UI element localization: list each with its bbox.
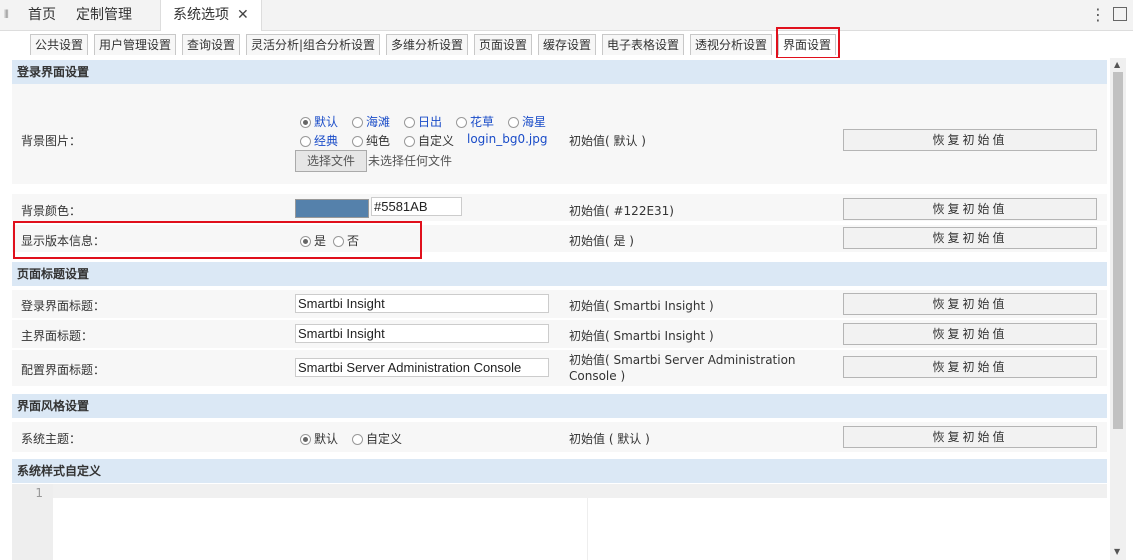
main-title-label: 主界面标题：	[21, 329, 94, 343]
theme-option-custom[interactable]: 自定义	[352, 430, 402, 447]
editor-active-line[interactable]	[53, 484, 1107, 498]
row-background-image: 背景图片： 默认 海滩 日出 花草 海星 经典 纯色 自定义 login_bg0…	[12, 84, 1107, 184]
subtab-public[interactable]: 公共设置	[30, 34, 89, 55]
bg-option-solid[interactable]: 纯色	[352, 132, 390, 149]
subtab-user-management[interactable]: 用户管理设置	[94, 34, 177, 55]
grip-icon[interactable]: ⦀	[4, 8, 9, 22]
reset-button-main-title[interactable]: 恢复初始值	[843, 323, 1097, 345]
section-style-header: 界面风格设置	[12, 394, 1107, 418]
radio-icon[interactable]	[300, 434, 311, 445]
subtab-flex-analysis[interactable]: 灵活分析|组合分析设置	[246, 34, 381, 55]
row-login-title: 登录界面标题： Smartbi Insight 初始值( Smartbi Ins…	[12, 290, 1107, 318]
subtab-spreadsheet[interactable]: 电子表格设置	[602, 34, 685, 55]
scroll-up-icon[interactable]: ▲	[1114, 60, 1120, 69]
config-title-label: 配置界面标题：	[21, 363, 106, 377]
bg-option-sunrise[interactable]: 日出	[404, 113, 442, 130]
system-theme-label: 系统主题：	[21, 432, 82, 446]
radio-icon[interactable]	[300, 136, 311, 147]
file-status: 未选择任何文件	[368, 154, 453, 168]
subtab-query[interactable]: 查询设置	[182, 34, 241, 55]
radio-icon[interactable]	[404, 136, 415, 147]
top-tab-bar: ⦀ 首页 定制管理 系统选项 ✕ ⋮	[0, 0, 1133, 31]
radio-icon[interactable]	[352, 434, 363, 445]
radio-icon[interactable]	[352, 136, 363, 147]
vertical-scrollbar[interactable]: ▲ ▼	[1110, 58, 1126, 560]
bg-option-beach[interactable]: 海滩	[352, 113, 390, 130]
more-icon[interactable]: ⋮	[1090, 5, 1106, 24]
show-version-init: 初始值( 是 )	[569, 234, 634, 248]
scrollbar-thumb[interactable]	[1113, 72, 1123, 429]
background-image-label: 背景图片：	[21, 134, 82, 148]
reset-button-system-theme[interactable]: 恢复初始值	[843, 426, 1097, 448]
login-title-init: 初始值( Smartbi Insight )	[569, 299, 714, 313]
tab-custom-management[interactable]: 定制管理	[76, 0, 132, 30]
subtab-olap[interactable]: 多维分析设置	[386, 34, 469, 55]
radio-icon[interactable]	[404, 117, 415, 128]
highlight-box-version	[13, 221, 422, 259]
bg-option-default[interactable]: 默认	[300, 113, 338, 130]
radio-icon[interactable]	[300, 117, 311, 128]
section-login-header: 登录界面设置	[12, 60, 1107, 84]
reset-button-background-color[interactable]: 恢复初始值	[843, 198, 1097, 220]
radio-icon[interactable]	[352, 117, 363, 128]
settings-content: 登录界面设置 背景图片： 默认 海滩 日出 花草 海星 经典 纯色 自定义 lo…	[10, 58, 1108, 560]
scroll-down-icon[interactable]: ▼	[1114, 547, 1120, 556]
background-color-label: 背景颜色：	[21, 204, 82, 218]
config-title-input[interactable]: Smartbi Server Administration Console	[295, 358, 549, 377]
close-icon[interactable]: ✕	[237, 7, 249, 23]
background-color-input[interactable]: #5581AB	[371, 197, 462, 216]
row-system-theme: 系统主题： 默认 自定义 初始值 ( 默认 ) 恢复初始值	[12, 422, 1107, 452]
reset-button-show-version[interactable]: 恢复初始值	[843, 227, 1097, 249]
radio-icon[interactable]	[508, 117, 519, 128]
main-title-input[interactable]: Smartbi Insight	[295, 324, 549, 343]
editor-divider	[587, 498, 588, 560]
theme-option-default[interactable]: 默认	[300, 430, 338, 447]
bg-option-flowers[interactable]: 花草	[456, 113, 494, 130]
subtab-cache[interactable]: 缓存设置	[538, 34, 597, 55]
subtab-pivot[interactable]: 透视分析设置	[690, 34, 773, 55]
row-config-title: 配置界面标题： Smartbi Server Administration Co…	[12, 350, 1107, 386]
maximize-icon[interactable]	[1113, 7, 1127, 21]
system-theme-init: 初始值 ( 默认 )	[569, 432, 650, 446]
tab-home[interactable]: 首页	[28, 0, 56, 30]
radio-icon[interactable]	[456, 117, 467, 128]
background-color-init: 初始值( #122E31)	[569, 204, 674, 218]
login-title-label: 登录界面标题：	[21, 299, 106, 313]
highlight-box-interface-tab	[776, 27, 840, 59]
color-swatch[interactable]	[295, 199, 369, 218]
bg-option-classic[interactable]: 经典	[300, 132, 338, 149]
css-editor[interactable]: 1	[12, 484, 1107, 560]
bg-option-custom[interactable]: 自定义	[404, 132, 454, 149]
reset-button-background-image[interactable]: 恢复初始值	[843, 129, 1097, 151]
bg-file-name: login_bg0.jpg	[467, 132, 548, 146]
main-title-init: 初始值( Smartbi Insight )	[569, 329, 714, 343]
row-main-title: 主界面标题： Smartbi Insight 初始值( Smartbi Insi…	[12, 320, 1107, 348]
choose-file-button[interactable]: 选择文件	[295, 150, 367, 172]
bg-option-starfish[interactable]: 海星	[508, 113, 546, 130]
section-title-header: 页面标题设置	[12, 262, 1107, 286]
section-custom-style-header: 系统样式自定义	[12, 459, 1107, 483]
editor-gutter: 1	[12, 484, 53, 560]
line-number: 1	[35, 486, 43, 500]
subtab-page[interactable]: 页面设置	[474, 34, 533, 55]
tab-system-options[interactable]: 系统选项 ✕	[160, 0, 262, 31]
reset-button-config-title[interactable]: 恢复初始值	[843, 356, 1097, 378]
background-image-init: 初始值( 默认 )	[569, 134, 646, 148]
login-title-input[interactable]: Smartbi Insight	[295, 294, 549, 313]
config-title-init: 初始值( Smartbi Server Administration Conso…	[569, 353, 796, 383]
reset-button-login-title[interactable]: 恢复初始值	[843, 293, 1097, 315]
row-background-color: 背景颜色： #5581AB 初始值( #122E31) 恢复初始值	[12, 194, 1107, 221]
